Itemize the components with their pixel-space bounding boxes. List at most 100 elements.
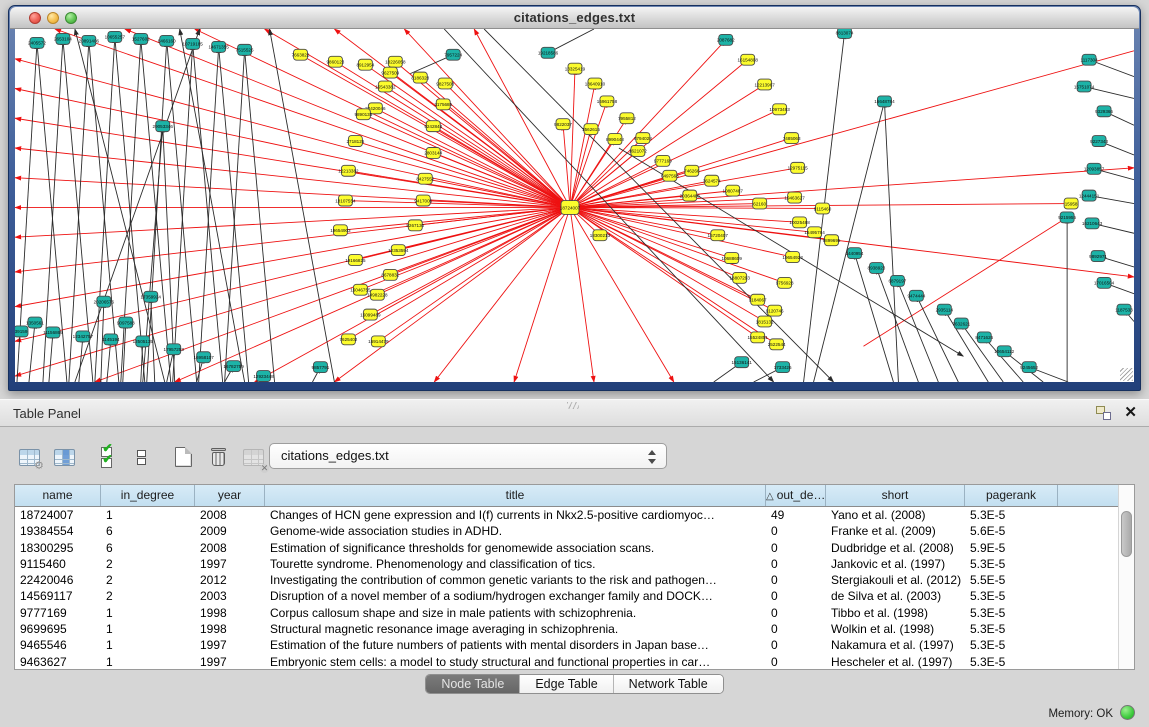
graph-node[interactable]: 12923448 <box>253 371 274 382</box>
column-header-year[interactable]: year <box>195 485 265 506</box>
graph-node[interactable]: 7663822 <box>292 49 310 60</box>
graph-node[interactable]: 6497568 <box>661 170 679 181</box>
column-header-title[interactable]: title <box>265 485 766 506</box>
graph-node[interactable]: 16210643 <box>1082 218 1103 229</box>
graph-node[interactable]: 18226058 <box>385 56 406 67</box>
table-row[interactable]: 1830029562008Estimation of significance … <box>15 540 1118 556</box>
graph-node[interactable]: 12213967 <box>754 79 775 90</box>
graph-node[interactable]: 1145194 <box>102 334 120 345</box>
column-checklist-button[interactable]: ✔✔ <box>91 443 121 471</box>
graph-node[interactable]: 7515526 <box>236 44 254 55</box>
graph-node[interactable]: 2522544 <box>768 339 786 350</box>
graph-node[interactable]: 11156869 <box>43 327 63 338</box>
graph-node[interactable]: 9860123 <box>327 56 345 67</box>
graph-node[interactable]: 62160 <box>753 198 767 209</box>
graph-node[interactable]: 12213382 <box>338 165 359 176</box>
table-row[interactable]: 1456911722003Disruption of a novel membe… <box>15 588 1118 604</box>
table-row[interactable]: 1938455462009Genome-wide association stu… <box>15 523 1118 539</box>
graph-node[interactable]: 10688609 <box>722 253 743 264</box>
graph-node[interactable]: 19654923 <box>782 252 803 263</box>
graph-node[interactable]: 9097588 <box>117 317 135 328</box>
graph-node[interactable]: 10807487 <box>723 185 744 196</box>
graph-node[interactable]: 1815132 <box>756 316 774 327</box>
table-row[interactable]: 911546021997Tourette syndrome. Phenomeno… <box>15 556 1118 572</box>
window-titlebar[interactable]: citations_edges.txt <box>10 7 1139 29</box>
table-mode-button[interactable]: ⚙ <box>14 443 44 471</box>
table-selector-combobox[interactable]: citations_edges.txt <box>269 443 667 469</box>
graph-node[interactable]: 8938923 <box>868 263 886 274</box>
row-pair-button[interactable] <box>126 443 156 471</box>
graph-node[interactable]: 9474444 <box>907 290 925 301</box>
graph-node[interactable]: 8427552 <box>416 173 434 184</box>
graph-node[interactable]: 17359924 <box>141 291 162 302</box>
graph-node[interactable]: 6794028 <box>634 133 652 144</box>
graph-node[interactable]: 9627509 <box>381 67 399 78</box>
graph-node[interactable]: 8990448 <box>606 134 624 145</box>
graph-node[interactable]: 1562615 <box>582 124 600 135</box>
graph-node[interactable]: 16648784 <box>874 96 895 107</box>
graph-node[interactable]: 10655257 <box>105 31 126 42</box>
table-row[interactable]: 946362711997Embryonic stem cells: a mode… <box>15 654 1118 669</box>
table-row[interactable]: 969969511998Structural magnetic resonanc… <box>15 621 1118 637</box>
graph-node[interactable]: 1187533 <box>1115 304 1133 315</box>
graph-node[interactable]: 18107554 <box>335 195 356 206</box>
graph-node[interactable]: 2405572 <box>28 37 46 48</box>
graph-node[interactable]: 9227343 <box>1090 136 1108 147</box>
graph-node[interactable]: 19463627 <box>784 192 805 203</box>
graph-node[interactable]: 9777169 <box>654 155 672 166</box>
graph-node[interactable]: 12093857 <box>1084 163 1105 174</box>
window-resize-grip[interactable] <box>1120 368 1133 381</box>
panel-splitter-handle[interactable] <box>567 402 579 409</box>
graph-node[interactable]: 9242848 <box>424 121 442 132</box>
graph-node[interactable]: 16961758 <box>597 96 618 107</box>
tab-node-table[interactable]: Node Table <box>426 675 520 693</box>
graph-node[interactable]: 17016504 <box>1094 277 1115 288</box>
graph-node[interactable]: 9827508 <box>436 78 454 89</box>
graph-node[interactable]: 2653104 <box>54 33 72 44</box>
graph-node[interactable]: 9184067 <box>749 294 767 305</box>
graph-node[interactable]: 10025488 <box>789 217 810 228</box>
graph-node[interactable]: 1733426 <box>774 362 792 373</box>
graph-node[interactable]: 19654903 <box>330 225 351 236</box>
graph-node[interactable]: 16154808 <box>738 54 759 65</box>
graph-node[interactable]: 7625402 <box>339 334 357 345</box>
network-canvas[interactable]: 2405572265310420891406106552571527602846… <box>15 29 1134 382</box>
graph-node[interactable]: 18300213 <box>590 230 611 241</box>
graph-node[interactable]: 3624574 <box>703 175 721 186</box>
delete-column-button[interactable] <box>203 443 233 471</box>
graph-node[interactable]: 17957253 <box>164 344 185 355</box>
column-header-in_degree[interactable]: in_degree <box>101 485 195 506</box>
graph-node[interactable]: 9417006 <box>414 195 432 206</box>
graph-node[interactable]: 6879197 <box>889 275 907 286</box>
graph-node[interactable]: 12353594 <box>388 245 409 256</box>
graph-node[interactable]: 14671355 <box>208 41 229 52</box>
memory-indicator-icon[interactable] <box>1120 705 1135 720</box>
graph-node[interactable]: 2718126 <box>346 136 364 147</box>
graph-node[interactable]: 9329366 <box>1095 106 1113 117</box>
graph-node[interactable]: 10654112 <box>994 346 1014 357</box>
graph-node[interactable]: 1350561 <box>26 317 44 328</box>
graph-node[interactable]: 16958107 <box>193 352 214 363</box>
column-header-out_de[interactable]: △out_de… <box>766 485 826 506</box>
graph-node[interactable]: 1621072 <box>629 146 647 157</box>
graph-node[interactable]: 39159 <box>15 326 28 337</box>
graph-node[interactable]: 1527602 <box>132 33 150 44</box>
graph-node[interactable]: 746266 <box>684 165 700 176</box>
new-column-button[interactable] <box>168 443 198 471</box>
float-panel-icon[interactable] <box>1096 406 1111 420</box>
delete-table-button[interactable]: ✕ <box>238 443 268 471</box>
graph-node[interactable]: 7485063 <box>783 133 801 144</box>
graph-node[interactable]: 29053346 <box>153 121 174 132</box>
graph-node[interactable]: 8678832 <box>381 269 399 280</box>
graph-node[interactable]: 9115460 <box>814 203 832 214</box>
graph-node[interactable]: 19166825 <box>345 255 366 266</box>
graph-node[interactable]: 10719185 <box>182 38 203 49</box>
graph-node[interactable]: 15136141 <box>732 357 753 368</box>
graph-node[interactable]: 9215955 <box>1058 212 1076 223</box>
graph-node[interactable]: 12505135 <box>133 336 154 347</box>
graph-node[interactable]: 13325419 <box>565 63 586 74</box>
graph-node[interactable]: 7957224 <box>444 49 462 60</box>
table-row[interactable]: 1872400712008Changes of HCN gene express… <box>15 507 1118 523</box>
close-panel-icon[interactable]: ✕ <box>1124 403 1137 421</box>
graph-node[interactable]: 12975115 <box>788 162 808 173</box>
